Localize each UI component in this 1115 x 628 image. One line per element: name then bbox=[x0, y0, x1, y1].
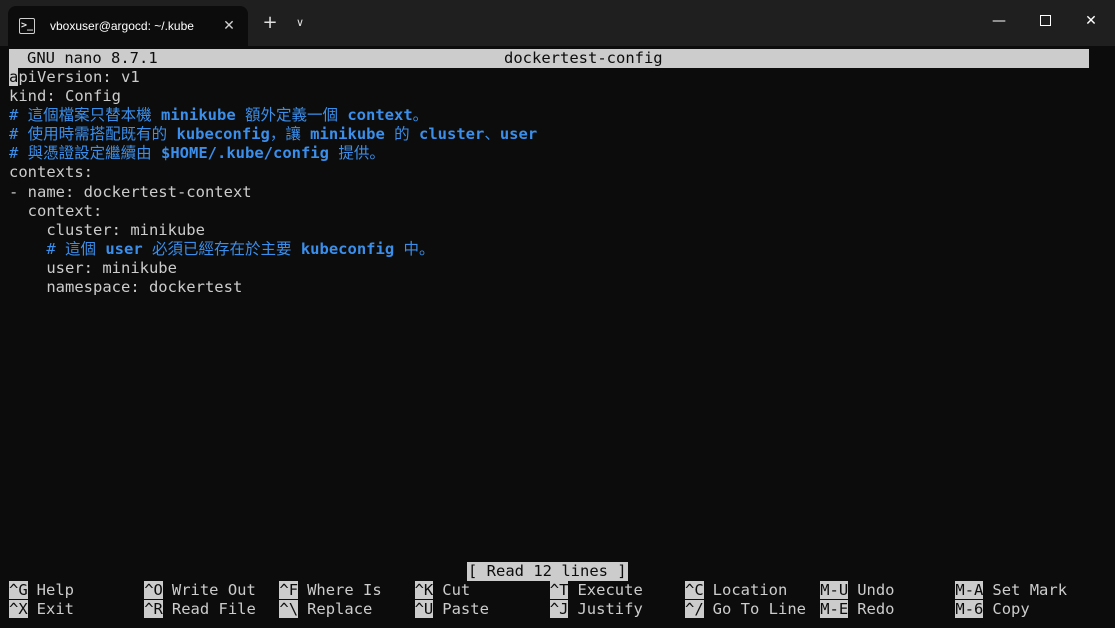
shortcut-bar: ^G Help ^O Write Out ^F Where Is ^K Cut ^T Execut… bbox=[9, 581, 1089, 621]
shortcut-label: Cut bbox=[442, 581, 471, 599]
shortcut-label: Exit bbox=[36, 600, 74, 619]
editor-buffer[interactable]: apiVersion: v1kind: Config# 這個檔案只替本機 min… bbox=[9, 68, 1089, 297]
shortcut-key: ^T bbox=[549, 581, 569, 599]
shortcut-item: M-A Set Mark bbox=[955, 581, 1067, 600]
shortcut-key: M-6 bbox=[955, 600, 984, 619]
tab-close-icon[interactable]: ✕ bbox=[220, 17, 238, 35]
shortcut-item: M-6 Copy bbox=[955, 600, 1030, 619]
file-name: dockertest-config bbox=[504, 49, 663, 67]
shortcut-label: Set Mark bbox=[992, 581, 1068, 599]
maximize-icon bbox=[1039, 14, 1051, 26]
comment-line: # 這個 user 必須已經存在於主要 kubeconfig 中。 bbox=[9, 239, 435, 258]
shortcut-label: Where Is bbox=[307, 581, 382, 599]
shortcut-label: Copy bbox=[992, 600, 1030, 619]
shortcut-item: ^X Exit bbox=[9, 600, 74, 619]
window-titlebar: >_ vboxuser@argocd: ~/.kube ✕ + ∨ — ✕ bbox=[0, 0, 1115, 46]
shortcut-key: ^\ bbox=[279, 600, 299, 619]
shortcut-item: ^O Write Out bbox=[144, 581, 256, 600]
shortcut-item: ^T Execute bbox=[549, 581, 643, 600]
shortcut-item: ^\ Replace bbox=[279, 600, 372, 619]
shortcut-label: Undo bbox=[857, 581, 895, 599]
shortcut-item: M-U Undo bbox=[820, 581, 895, 600]
shortcut-item: ^/ Go To Line bbox=[685, 600, 806, 619]
shortcut-key: ^X bbox=[9, 600, 28, 619]
shortcut-key: M-A bbox=[955, 581, 984, 599]
code-line: - name: dockertest-context bbox=[9, 182, 252, 201]
code-line: cluster: minikube bbox=[9, 220, 205, 239]
nano-header: GNU nano 8.7.1 dockertest-config bbox=[9, 49, 1089, 68]
code-line: namespace: dockertest bbox=[9, 278, 243, 297]
shortcut-key: ^C bbox=[685, 581, 704, 599]
shortcut-item: ^U Paste bbox=[414, 600, 489, 619]
shortcut-key: ^O bbox=[144, 581, 163, 599]
code-line: contexts: bbox=[9, 163, 93, 182]
shortcut-label: Execute bbox=[577, 581, 643, 599]
shortcut-label: Help bbox=[36, 581, 74, 599]
shortcut-item: ^K Cut bbox=[414, 581, 471, 600]
shortcut-key: ^J bbox=[549, 600, 569, 619]
shortcut-label: Paste bbox=[442, 600, 489, 619]
close-window-button[interactable]: ✕ bbox=[1068, 0, 1114, 42]
shortcut-key: ^G bbox=[9, 581, 28, 599]
new-tab-button[interactable]: + bbox=[260, 13, 280, 33]
shortcut-key: ^R bbox=[144, 600, 163, 619]
code-line: kind: Config bbox=[9, 87, 121, 106]
shortcut-label: Redo bbox=[857, 600, 895, 619]
shortcut-label: Justify bbox=[577, 600, 643, 619]
code-line: context: bbox=[9, 201, 103, 220]
shortcut-key: M-U bbox=[820, 581, 849, 599]
code-line: user: minikube bbox=[9, 258, 177, 277]
shortcut-label: Read File bbox=[171, 600, 256, 619]
shortcut-item: ^R Read File bbox=[144, 600, 256, 619]
code-line: apiVersion: v1 bbox=[9, 68, 1089, 87]
comment-line: # 這個檔案只替本機 minikube 額外定義一個 context。 bbox=[9, 106, 429, 125]
shortcut-item: M-E Redo bbox=[820, 600, 895, 619]
shortcut-label: Write Out bbox=[171, 581, 256, 599]
comment-line: # 與憑證設定繼續由 $HOME/.kube/config 提供。 bbox=[9, 144, 385, 163]
tab-title: vboxuser@argocd: ~/.kube bbox=[50, 19, 194, 33]
shortcut-label: Location bbox=[712, 581, 788, 599]
terminal-area[interactable]: GNU nano 8.7.1 dockertest-config apiVers… bbox=[9, 49, 1089, 624]
shortcut-item: ^J Justify bbox=[549, 600, 643, 619]
nano-version: GNU nano 8.7.1 bbox=[27, 49, 158, 67]
powershell-icon: >_ bbox=[19, 18, 35, 34]
shortcut-key: ^U bbox=[414, 600, 434, 619]
shortcut-key: ^F bbox=[279, 581, 299, 599]
shortcut-key: ^K bbox=[414, 581, 434, 599]
shortcut-key: M-E bbox=[820, 600, 849, 619]
shortcut-key: ^/ bbox=[685, 600, 704, 619]
minimize-button[interactable]: — bbox=[976, 0, 1022, 42]
comment-line: # 使用時需搭配既有的 kubeconfig，讓 minikube 的 clus… bbox=[9, 125, 538, 144]
status-message: [ Read 12 lines ] bbox=[467, 562, 628, 581]
shortcut-item: ^F Where Is bbox=[279, 581, 382, 600]
chevron-down-icon[interactable]: ∨ bbox=[290, 13, 310, 33]
terminal-tab[interactable]: >_ vboxuser@argocd: ~/.kube ✕ bbox=[8, 6, 248, 46]
shortcut-label: Replace bbox=[307, 600, 373, 619]
maximize-button[interactable] bbox=[1022, 0, 1068, 42]
shortcut-item: ^C Location bbox=[685, 581, 787, 600]
shortcut-item: ^G Help bbox=[9, 581, 74, 600]
shortcut-label: Go To Line bbox=[712, 600, 806, 619]
